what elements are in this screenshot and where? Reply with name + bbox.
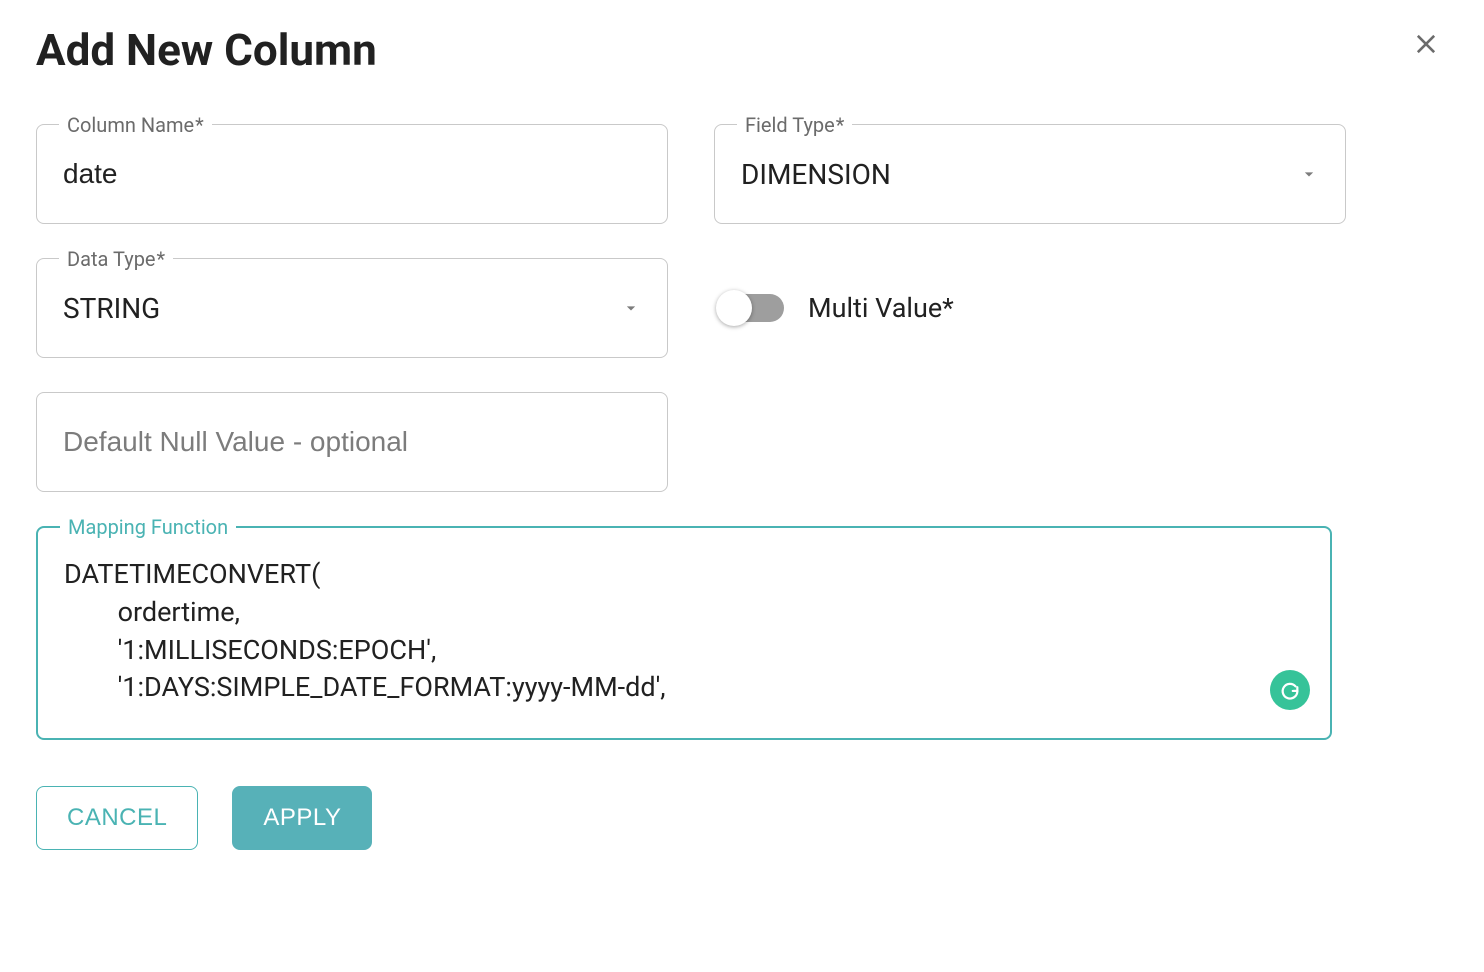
field-type-label: Field Type* <box>737 113 852 137</box>
data-type-label: Data Type* <box>59 247 173 271</box>
chevron-down-icon <box>621 298 641 318</box>
default-null-input[interactable] <box>63 426 641 458</box>
toggle-knob <box>716 290 752 326</box>
close-button[interactable] <box>1404 24 1448 68</box>
dialog-title: Add New Column <box>36 24 377 76</box>
data-type-select[interactable]: Data Type* STRING <box>36 258 668 358</box>
apply-button[interactable]: APPLY <box>232 786 372 850</box>
column-name-input[interactable] <box>63 158 641 190</box>
chevron-down-icon <box>1299 164 1319 184</box>
mapping-function-label: Mapping Function <box>60 515 236 539</box>
multi-value-toggle[interactable] <box>722 294 784 322</box>
grammarly-icon <box>1270 670 1310 710</box>
mapping-function-input[interactable]: DATETIMECONVERT( ordertime, '1:MILLISECO… <box>64 556 1304 707</box>
column-name-label: Column Name* <box>59 113 212 137</box>
close-icon <box>1412 25 1440 66</box>
default-null-field[interactable] <box>36 392 668 492</box>
data-type-value: STRING <box>63 292 621 325</box>
column-name-field[interactable]: Column Name* <box>36 124 668 224</box>
cancel-button[interactable]: CANCEL <box>36 786 198 850</box>
field-type-select[interactable]: Field Type* DIMENSION <box>714 124 1346 224</box>
multi-value-label: Multi Value* <box>808 292 954 324</box>
mapping-function-field[interactable]: Mapping Function DATETIMECONVERT( ordert… <box>36 526 1332 740</box>
field-type-value: DIMENSION <box>741 158 1299 191</box>
